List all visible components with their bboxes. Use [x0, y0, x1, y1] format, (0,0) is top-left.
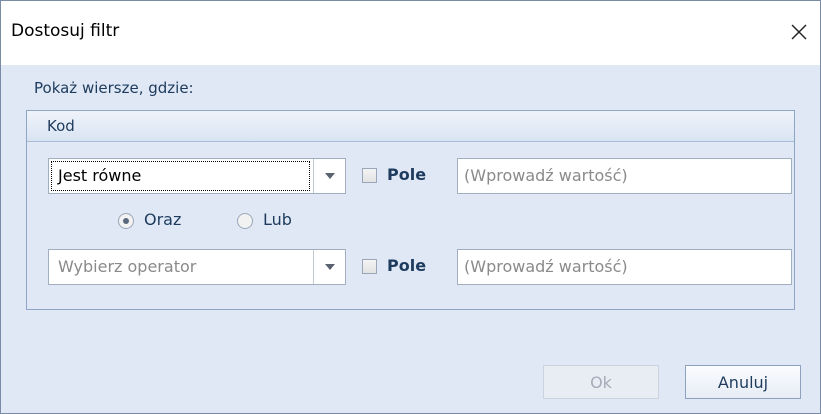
radio-and[interactable] [118, 213, 134, 229]
ok-button[interactable]: Ok [543, 365, 659, 399]
operator-select-2[interactable]: Wybierz operator [48, 249, 346, 285]
chevron-down-icon [324, 173, 335, 179]
field-checkbox-1-label[interactable]: Pole [387, 165, 426, 184]
value-input-2[interactable]: (Wprowadź wartość) [457, 249, 792, 285]
operator-select-1-dropdown-button[interactable] [313, 159, 345, 193]
show-rows-label: Pokaż wiersze, gdzie: [34, 79, 194, 97]
filter-dialog: Dostosuj filtr Pokaż wiersze, gdzie: Kod… [0, 0, 821, 414]
radio-and-label[interactable]: Oraz [144, 210, 181, 229]
group-header: Kod [27, 111, 794, 142]
field-checkbox-2-label[interactable]: Pole [387, 256, 426, 275]
dialog-title: Dostosuj filtr [11, 21, 120, 41]
operator-select-2-value: Wybierz operator [58, 257, 197, 276]
field-checkbox-2[interactable] [362, 259, 377, 274]
operator-select-1-value: Jest równe [51, 161, 310, 191]
value-input-1[interactable]: (Wprowadź wartość) [457, 158, 792, 194]
field-checkbox-1[interactable] [362, 168, 377, 183]
radio-or[interactable] [237, 213, 253, 229]
radio-or-label[interactable]: Lub [263, 210, 292, 229]
chevron-down-icon [324, 264, 335, 270]
operator-select-1[interactable]: Jest równe [48, 158, 346, 194]
filter-group: Kod Jest równe Pole (Wprowadź wartość) O… [26, 110, 795, 310]
title-bar: Dostosuj filtr [1, 1, 820, 65]
close-icon [791, 24, 807, 40]
dialog-content: Pokaż wiersze, gdzie: Kod Jest równe Pol… [1, 65, 820, 413]
column-name: Kod [47, 117, 75, 135]
cancel-button[interactable]: Anuluj [685, 365, 801, 399]
close-button[interactable] [782, 15, 816, 49]
operator-select-2-dropdown-button[interactable] [313, 250, 345, 284]
